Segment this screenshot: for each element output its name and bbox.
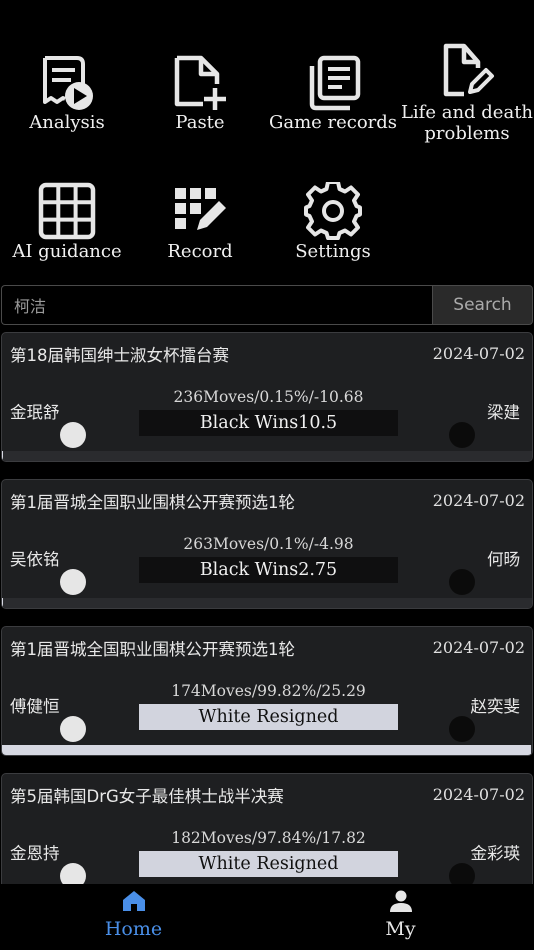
- game-stats: 263Moves/0.1%/-4.98: [183, 535, 354, 553]
- black-stone-icon: [449, 569, 475, 595]
- analysis-icon: [43, 56, 93, 110]
- white-player-name: 梁建: [487, 403, 520, 422]
- tool-life-and-death-line1: Life and death: [400, 102, 534, 123]
- win-rate-bar-fill: [2, 451, 3, 461]
- black-stone-icon: [449, 716, 475, 742]
- record-grid-pen-icon: [175, 188, 226, 230]
- tool-game-records-label: Game records: [268, 112, 398, 133]
- black-player-name: 金珉舒: [10, 403, 60, 422]
- tool-ai-guidance-label: AI guidance: [12, 241, 122, 262]
- white-stone-icon: [60, 422, 86, 448]
- win-rate-bar-fill: [2, 598, 3, 608]
- tool-game-records[interactable]: Game records: [266, 52, 400, 162]
- win-rate-bar: [2, 451, 532, 461]
- tool-paste-label: Paste: [175, 112, 225, 133]
- game-stats: 182Moves/97.84%/17.82: [171, 829, 366, 847]
- game-date: 2024-07-02: [432, 344, 525, 363]
- tool-settings[interactable]: Settings: [266, 180, 400, 290]
- game-card[interactable]: 第1届晋城全国职业围棋公开赛预选1轮 2024-07-02 吴依铭 何旸 263Move…: [1, 479, 533, 609]
- tool-life-and-death[interactable]: Life and death problems: [400, 40, 534, 150]
- tool-settings-label: Settings: [295, 241, 371, 262]
- game-stats: 236Moves/0.15%/-10.68: [173, 388, 364, 406]
- win-rate-bar-fill: [2, 745, 532, 755]
- white-player-name: 何旸: [487, 550, 520, 569]
- user-icon: [389, 890, 412, 912]
- white-player-name: 赵奕斐: [470, 697, 521, 716]
- black-player-name: 傅健恒: [10, 697, 60, 716]
- game-result: Black Wins2.75: [139, 557, 398, 583]
- white-player-name: 金彩瑛: [470, 844, 521, 863]
- win-rate-bar: [2, 598, 532, 608]
- tool-record-label: Record: [167, 241, 233, 262]
- gear-icon: [304, 182, 362, 240]
- black-player-name: 金恩持: [10, 844, 60, 863]
- game-title: 第1届晋城全国职业围棋公开赛预选1轮: [10, 640, 295, 659]
- white-stone-icon: [60, 716, 86, 742]
- game-date: 2024-07-02: [432, 491, 525, 510]
- tool-record[interactable]: Record: [133, 180, 267, 290]
- tool-life-and-death-line2: problems: [424, 123, 510, 144]
- search-button[interactable]: Search: [432, 285, 533, 325]
- tab-home-label: Home: [104, 918, 163, 940]
- tool-paste[interactable]: Paste: [133, 52, 267, 162]
- win-rate-bar: [2, 745, 532, 755]
- game-date: 2024-07-02: [432, 638, 525, 657]
- game-title: 第1届晋城全国职业围棋公开赛预选1轮: [10, 493, 295, 512]
- search-input[interactable]: [1, 285, 433, 325]
- black-player-name: 吴依铭: [10, 550, 60, 569]
- game-card[interactable]: 第1届晋城全国职业围棋公开赛预选1轮 2024-07-02 傅健恒 赵奕斐 174Mov…: [1, 626, 533, 756]
- tab-home[interactable]: Home: [0, 884, 267, 950]
- tab-my-label: My: [385, 918, 416, 940]
- tab-my[interactable]: My: [267, 884, 534, 950]
- search-bar: Search: [0, 285, 534, 325]
- game-title: 第18届韩国绅士淑女杯擂台赛: [10, 346, 229, 365]
- grid-icon: [38, 182, 96, 240]
- game-title: 第5届韩国DrG女子最佳棋士战半决赛: [10, 787, 284, 806]
- records-icon: [309, 55, 361, 111]
- home-icon: [122, 891, 145, 911]
- game-result: White Resigned: [139, 851, 398, 877]
- game-stats: 174Moves/99.82%/25.29: [171, 682, 366, 700]
- tool-analysis-label: Analysis: [29, 112, 105, 133]
- tool-ai-guidance[interactable]: AI guidance: [0, 180, 134, 290]
- tool-life-and-death-label: Life and death problems: [400, 102, 534, 144]
- tool-analysis[interactable]: Analysis: [0, 52, 134, 162]
- game-card[interactable]: 第18届韩国绅士淑女杯擂台赛 2024-07-02 金珉舒 梁建 236Moves/0.…: [1, 332, 533, 462]
- white-stone-icon: [60, 569, 86, 595]
- game-result: Black Wins10.5: [139, 410, 398, 436]
- file-edit-icon: [443, 43, 494, 97]
- black-stone-icon: [449, 422, 475, 448]
- bottom-tab-bar: Home My: [0, 884, 534, 950]
- game-result: White Resigned: [139, 704, 398, 730]
- file-plus-icon: [174, 55, 226, 110]
- game-date: 2024-07-02: [432, 785, 525, 804]
